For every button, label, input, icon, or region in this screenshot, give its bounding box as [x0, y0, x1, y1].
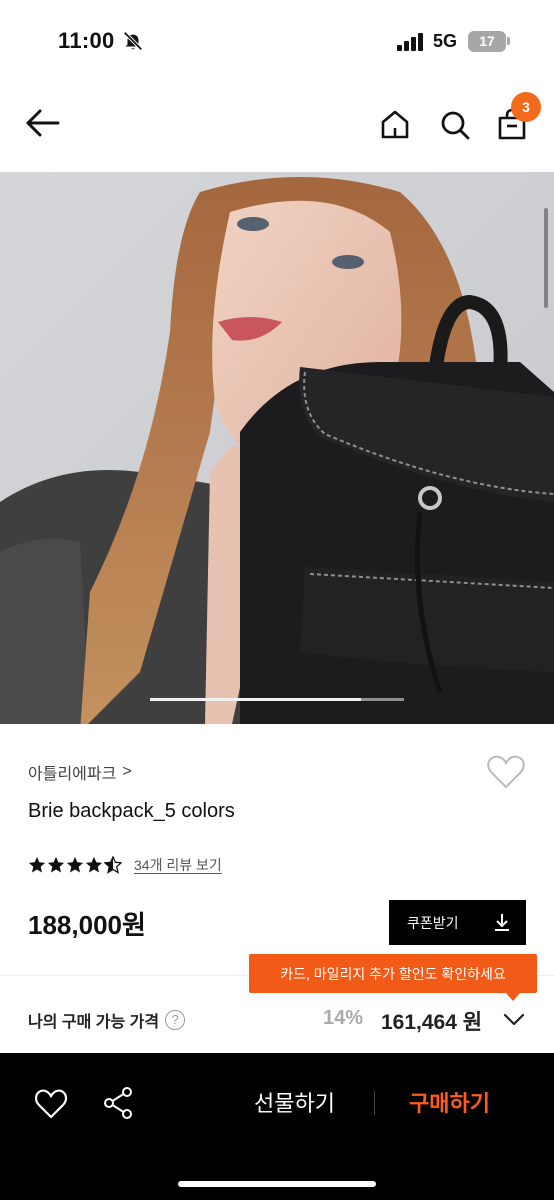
carousel-progress-fill: [150, 698, 361, 701]
bar-divider: [374, 1091, 375, 1115]
star-icon: [28, 856, 46, 873]
coupon-button[interactable]: 쿠폰받기: [389, 900, 526, 945]
bell-slash-icon: [123, 31, 143, 51]
product-title: Brie backpack_5 colors: [28, 800, 235, 822]
status-time: 11:00: [58, 28, 115, 53]
rating-stars: [28, 856, 122, 874]
help-icon[interactable]: ?: [165, 1010, 186, 1030]
download-icon: [495, 914, 509, 931]
half-star-icon: [104, 856, 122, 874]
star-icon: [66, 856, 84, 873]
discount-tooltip: 카드, 마일리지 추가 할인도 확인하세요: [249, 954, 537, 993]
status-bar: 11:00 5G 17: [0, 0, 554, 80]
home-icon: [381, 110, 409, 139]
battery-nub: [507, 37, 510, 45]
my-price-label-text: 나의 구매 가능 가격: [28, 1014, 160, 1031]
my-price-label: 나의 구매 가능 가격 ?: [28, 1008, 186, 1032]
home-indicator: [178, 1181, 376, 1187]
search-button[interactable]: [434, 104, 476, 146]
bottom-action-bar: 선물하기 구매하기: [0, 1053, 554, 1200]
coupon-label: 쿠폰받기: [407, 914, 459, 931]
product-photo: [0, 172, 554, 724]
heart-icon: [487, 755, 525, 789]
product-image-carousel[interactable]: [0, 172, 554, 724]
back-button[interactable]: [22, 102, 64, 144]
home-button[interactable]: [375, 104, 415, 144]
carousel-progress: [150, 698, 404, 701]
discount-rate: 14%: [323, 1007, 364, 1029]
gift-button[interactable]: 선물하기: [254, 1086, 335, 1118]
image-scroll-indicator: [544, 208, 548, 308]
star-icon: [85, 856, 103, 873]
brand-name: 아틀리에파크: [28, 766, 117, 783]
chevron-right-icon: >: [122, 763, 132, 780]
wishlist-button[interactable]: [486, 754, 526, 790]
search-icon: [441, 111, 470, 140]
top-nav: [0, 80, 554, 172]
signal-icon: [397, 33, 423, 51]
tooltip-tail: [505, 992, 521, 1001]
chevron-down-icon[interactable]: [502, 1009, 526, 1029]
back-arrow-icon: [26, 109, 60, 137]
share-icon[interactable]: [102, 1086, 136, 1120]
review-link[interactable]: 34개 리뷰 보기: [134, 855, 222, 875]
star-icon: [47, 856, 65, 873]
cart-count-badge: 3: [511, 92, 541, 122]
heart-icon[interactable]: [34, 1087, 68, 1121]
battery-indicator: 17: [468, 31, 506, 52]
my-price-value: 161,464 원: [381, 1011, 483, 1034]
product-price: 188,000원: [28, 910, 146, 940]
brand-link[interactable]: 아틀리에파크 >: [28, 760, 132, 784]
network-type: 5G: [433, 31, 458, 51]
rating-row: 34개 리뷰 보기: [28, 855, 222, 875]
buy-button[interactable]: 구매하기: [409, 1086, 490, 1118]
